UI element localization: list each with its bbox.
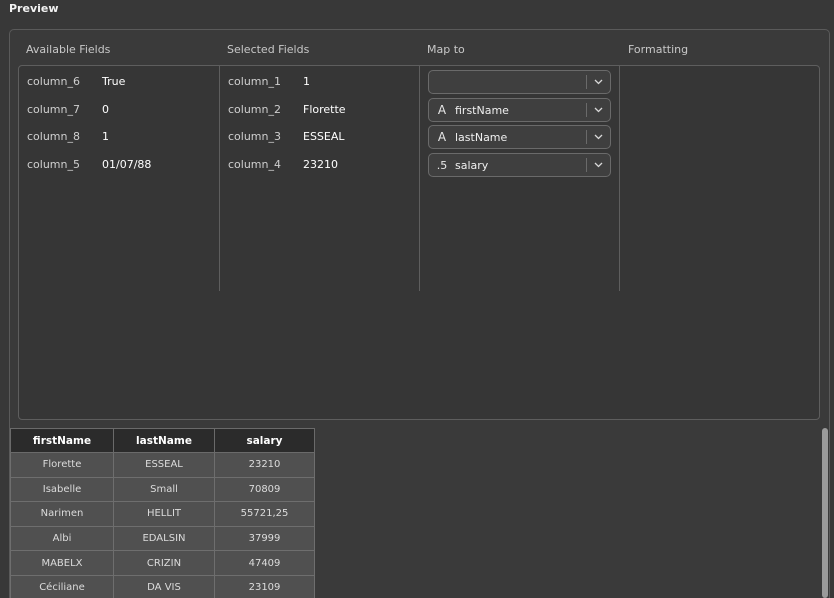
column-header[interactable]: firstName bbox=[10, 428, 114, 453]
table-cell: Narimen bbox=[10, 501, 114, 527]
table-cell: ESSEAL bbox=[113, 452, 215, 478]
table-cell: Florette bbox=[10, 452, 114, 478]
chevron-down-icon[interactable] bbox=[587, 134, 610, 140]
table-cell: CRIZIN bbox=[113, 550, 215, 576]
table-cell: Albi bbox=[10, 525, 114, 552]
available-field-item[interactable]: column_7 0 bbox=[27, 99, 109, 119]
available-fields-header: Available Fields bbox=[26, 43, 111, 56]
table-row: Céciliane DA VIS 23109 bbox=[10, 574, 315, 598]
table-cell: EDALSIN bbox=[113, 525, 215, 552]
text-type-icon: A bbox=[437, 103, 447, 117]
field-value: ESSEAL bbox=[303, 129, 345, 143]
table-row: Albi EDALSIN 37999 bbox=[10, 525, 315, 552]
table-cell: HELLIT bbox=[113, 501, 215, 527]
map-to-header: Map to bbox=[427, 43, 465, 56]
number-type-icon: .5 bbox=[436, 158, 448, 172]
table-row: Isabelle Small 70809 bbox=[10, 476, 315, 503]
table-cell: 70809 bbox=[214, 476, 315, 503]
table-cell: MABELX bbox=[10, 550, 114, 576]
selected-field-item[interactable]: column_1 1 bbox=[228, 71, 310, 91]
vertical-scrollbar[interactable] bbox=[822, 428, 828, 598]
table-row: Narimen HELLIT 55721,25 bbox=[10, 501, 315, 527]
table-cell: Isabelle bbox=[10, 476, 114, 503]
field-value: 1 bbox=[102, 129, 109, 143]
selected-fields-header: Selected Fields bbox=[227, 43, 310, 56]
column-header[interactable]: lastName bbox=[113, 428, 215, 453]
table-cell: 37999 bbox=[214, 525, 315, 552]
map-to-value: lastName bbox=[455, 130, 508, 144]
available-field-item[interactable]: column_6 True bbox=[27, 71, 125, 91]
map-to-value: salary bbox=[455, 158, 489, 172]
table-cell: Small bbox=[113, 476, 215, 503]
available-field-item[interactable]: column_5 01/07/88 bbox=[27, 154, 151, 174]
map-to-select-empty[interactable] bbox=[428, 70, 611, 94]
table-cell: 47409 bbox=[214, 550, 315, 576]
column-header[interactable]: salary bbox=[214, 428, 315, 453]
field-value: Florette bbox=[303, 102, 346, 116]
selected-field-item[interactable]: column_4 23210 bbox=[228, 154, 338, 174]
map-to-select-salary[interactable]: .5 salary bbox=[428, 153, 611, 177]
table-header-row: firstName lastName salary bbox=[10, 428, 315, 453]
field-name: column_3 bbox=[228, 129, 281, 143]
field-value: 1 bbox=[303, 74, 310, 88]
selected-field-item[interactable]: column_3 ESSEAL bbox=[228, 126, 345, 146]
field-name: column_8 bbox=[27, 129, 80, 143]
chevron-down-icon[interactable] bbox=[587, 79, 610, 85]
table-row: Florette ESSEAL 23210 bbox=[10, 452, 315, 478]
table-cell: 55721,25 bbox=[214, 501, 315, 527]
field-value: True bbox=[102, 74, 126, 88]
table-cell: Céciliane bbox=[10, 574, 114, 598]
column-divider bbox=[619, 66, 620, 291]
column-divider bbox=[419, 66, 420, 291]
formatting-header: Formatting bbox=[628, 43, 689, 56]
chevron-down-icon[interactable] bbox=[587, 162, 610, 168]
map-to-select-lastname[interactable]: A lastName bbox=[428, 125, 611, 149]
field-name: column_4 bbox=[228, 157, 281, 171]
field-name: column_5 bbox=[27, 157, 80, 171]
table-cell: 23109 bbox=[214, 574, 315, 598]
table-cell: DA VIS bbox=[113, 574, 215, 598]
field-name: column_2 bbox=[228, 102, 281, 116]
preview-table: firstName lastName salary Florette ESSEA… bbox=[10, 428, 315, 598]
field-value: 0 bbox=[102, 102, 109, 116]
field-value: 23210 bbox=[303, 157, 338, 171]
field-name: column_1 bbox=[228, 74, 281, 88]
column-divider bbox=[219, 66, 220, 291]
table-cell: 23210 bbox=[214, 452, 315, 478]
table-row: MABELX CRIZIN 47409 bbox=[10, 550, 315, 576]
map-to-value: firstName bbox=[455, 103, 509, 117]
field-name: column_7 bbox=[27, 102, 80, 116]
preview-title: Preview bbox=[9, 2, 59, 15]
chevron-down-icon[interactable] bbox=[587, 107, 610, 113]
map-to-select-firstname[interactable]: A firstName bbox=[428, 98, 611, 122]
selected-field-item[interactable]: column_2 Florette bbox=[228, 99, 346, 119]
text-type-icon: A bbox=[437, 130, 447, 144]
field-name: column_6 bbox=[27, 74, 80, 88]
available-field-item[interactable]: column_8 1 bbox=[27, 126, 109, 146]
field-value: 01/07/88 bbox=[102, 157, 152, 171]
